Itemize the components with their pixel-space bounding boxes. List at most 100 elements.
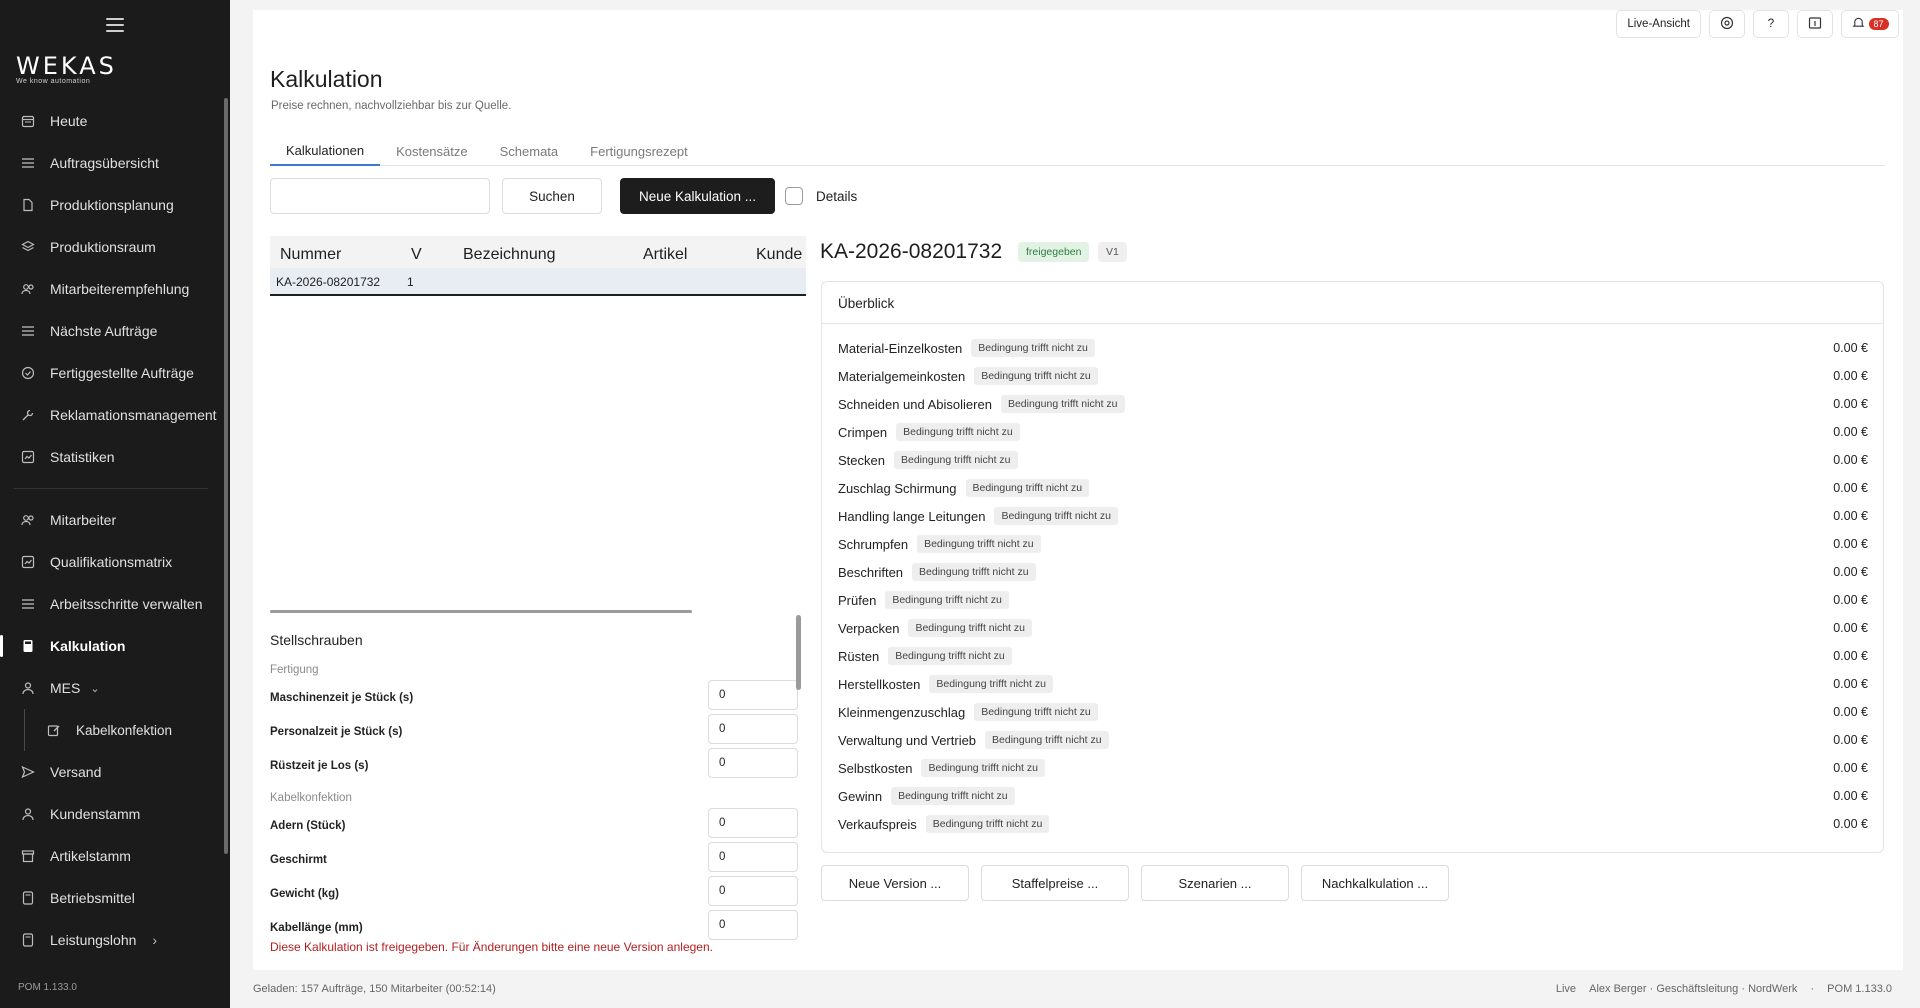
sidebar-item-label: Kundenstamm bbox=[50, 806, 141, 822]
cost-value: 0.00 € bbox=[1833, 565, 1868, 579]
cost-name: Herstellkosten bbox=[838, 676, 921, 692]
column-header-artikel[interactable]: Artikel bbox=[643, 246, 687, 264]
sidebar-item-kalkulation[interactable]: Kalkulation bbox=[0, 625, 222, 667]
personalzeit-input[interactable]: 0 bbox=[708, 714, 798, 744]
people-icon bbox=[20, 281, 36, 297]
sidebar-item-naechste-auftraege[interactable]: Nächste Aufträge bbox=[0, 310, 222, 352]
column-header-kunde[interactable]: Kunde bbox=[756, 246, 802, 264]
sidebar-item-label: MES bbox=[50, 680, 81, 696]
cost-value: 0.00 € bbox=[1833, 341, 1868, 355]
adjustments-panel: Stellschrauben Fertigung Maschinenzeit j… bbox=[270, 622, 806, 942]
adjustments-scrollbar[interactable] bbox=[796, 615, 801, 690]
cost-row: Gewinn Bedingung trifft nicht zu 0.00 € bbox=[838, 784, 1868, 808]
sidebar-item-statistiken[interactable]: Statistiken bbox=[0, 436, 222, 478]
geschirmt-input[interactable]: 0 bbox=[708, 842, 798, 872]
kabellaenge-input[interactable]: 0 bbox=[708, 910, 798, 940]
sidebar-item-arbeitsschritte[interactable]: Arbeitsschritte verwalten bbox=[0, 583, 222, 625]
sidebar-item-artikelstamm[interactable]: Artikelstamm bbox=[0, 835, 222, 877]
chevron-down-icon[interactable]: ⌄ bbox=[90, 682, 99, 695]
scenarios-button[interactable]: Szenarien ... bbox=[1141, 865, 1289, 901]
ruestzeit-input[interactable]: 0 bbox=[708, 748, 798, 778]
cost-name: Crimpen bbox=[838, 424, 888, 440]
cost-value: 0.00 € bbox=[1833, 481, 1868, 495]
column-header-bezeichnung[interactable]: Bezeichnung bbox=[463, 246, 556, 264]
live-view-button[interactable]: Live-Ansicht bbox=[1616, 10, 1701, 38]
post-calculation-button[interactable]: Nachkalkulation ... bbox=[1301, 865, 1449, 901]
sidebar-item-mitarbeiter[interactable]: Mitarbeiter bbox=[0, 499, 222, 541]
maschinenzeit-input[interactable]: 0 bbox=[708, 680, 798, 710]
search-button[interactable]: Suchen bbox=[502, 178, 602, 214]
new-version-button[interactable]: Neue Version ... bbox=[821, 865, 969, 901]
panel-toggle-button[interactable] bbox=[1797, 10, 1833, 38]
details-label: Details bbox=[816, 189, 858, 204]
tab-fertigungsrezept[interactable]: Fertigungsrezept bbox=[574, 136, 704, 166]
condition-tag: Bedingung trifft nicht zu bbox=[912, 563, 1036, 581]
page-subtitle: Preise rechnen, nachvollziehbar bis zur … bbox=[271, 100, 512, 112]
tab-schemata[interactable]: Schemata bbox=[484, 136, 575, 166]
main-panel: Live-Ansicht ? 87 Kalkulation Preise rec… bbox=[253, 10, 1903, 970]
file-icon bbox=[20, 197, 36, 213]
details-checkbox[interactable] bbox=[785, 187, 803, 205]
help-button[interactable]: ? bbox=[1753, 10, 1789, 38]
field-label-kabellaenge: Kabellänge (mm) bbox=[270, 922, 363, 934]
sidebar-item-produktionsplanung[interactable]: Produktionsplanung bbox=[0, 184, 222, 226]
list-icon bbox=[20, 155, 36, 171]
notifications-button[interactable]: 87 bbox=[1841, 10, 1899, 38]
sidebar-item-mes[interactable]: MES ⌄ bbox=[0, 667, 222, 709]
tiered-prices-button[interactable]: Staffelpreise ... bbox=[981, 865, 1129, 901]
column-header-v[interactable]: V bbox=[411, 246, 422, 264]
sidebar-item-qualifikationsmatrix[interactable]: Qualifikationsmatrix bbox=[0, 541, 222, 583]
chevron-right-icon[interactable]: › bbox=[152, 932, 157, 948]
sidebar-item-label: Leistungslohn bbox=[50, 932, 137, 948]
sidebar-item-kabelkonfektion[interactable]: Kabelkonfektion bbox=[0, 709, 222, 751]
sidebar-item-label: Mitarbeiterempfehlung bbox=[50, 281, 190, 297]
condition-tag: Bedingung trifft nicht zu bbox=[921, 759, 1045, 777]
list-icon bbox=[20, 323, 36, 339]
sidebar-item-produktionsraum[interactable]: Produktionsraum bbox=[0, 226, 222, 268]
table-horizontal-scrollbar[interactable] bbox=[270, 610, 692, 613]
table-row[interactable]: KA-2026-08201732 1 bbox=[270, 268, 806, 296]
cost-name: Kleinmengenzuschlag bbox=[838, 704, 966, 720]
search-input[interactable] bbox=[270, 178, 490, 214]
sidebar-item-mitarbeiterempfehlung[interactable]: Mitarbeiterempfehlung bbox=[0, 268, 222, 310]
sidebar-item-reklamationsmanagement[interactable]: Reklamationsmanagement bbox=[0, 394, 222, 436]
new-calculation-button[interactable]: Neue Kalkulation ... bbox=[620, 178, 775, 214]
sidebar-item-label: Versand bbox=[50, 764, 102, 780]
sidebar-version: POM 1.133.0 bbox=[18, 982, 77, 993]
sidebar-item-leistungslohn[interactable]: Leistungslohn › bbox=[0, 919, 222, 961]
cost-name: Rüsten bbox=[838, 648, 880, 664]
sidebar-item-fertiggestellte-auftraege[interactable]: Fertiggestellte Aufträge bbox=[0, 352, 222, 394]
status-badge: freigegeben bbox=[1018, 242, 1090, 262]
sidebar-item-auftragsuebersicht[interactable]: Auftragsübersicht bbox=[0, 142, 222, 184]
settings-button[interactable] bbox=[1709, 10, 1745, 38]
footer-dot: · bbox=[1810, 983, 1815, 995]
condition-tag: Bedingung trifft nicht zu bbox=[965, 479, 1090, 497]
sidebar-item-heute[interactable]: Heute bbox=[0, 100, 222, 142]
chart-icon bbox=[20, 554, 36, 570]
group-fertigung-label: Fertigung bbox=[270, 664, 319, 676]
adern-input[interactable]: 0 bbox=[708, 808, 798, 838]
sidebar-item-label: Nächste Aufträge bbox=[50, 323, 158, 339]
gewicht-input[interactable]: 0 bbox=[708, 876, 798, 906]
sidebar-item-betriebsmittel[interactable]: Betriebsmittel bbox=[0, 877, 222, 919]
tab-kostensaetze[interactable]: Kostensätze bbox=[380, 136, 484, 166]
field-label-ruestzeit: Rüstzeit je Los (s) bbox=[270, 760, 369, 772]
menu-icon[interactable] bbox=[106, 18, 124, 32]
field-label-geschirmt: Geschirmt bbox=[270, 854, 327, 866]
sidebar-item-label: Kalkulation bbox=[50, 638, 126, 654]
cost-name: Verpacken bbox=[838, 620, 900, 636]
logo-text: WEKAS bbox=[16, 52, 117, 80]
condition-tag: Bedingung trifft nicht zu bbox=[888, 647, 1012, 665]
tab-kalkulationen[interactable]: Kalkulationen bbox=[270, 136, 381, 166]
tab-bar: Kalkulationen Kostensätze Schemata Ferti… bbox=[270, 136, 1885, 166]
edit-icon bbox=[46, 722, 62, 738]
sidebar-item-versand[interactable]: Versand bbox=[0, 751, 222, 793]
sidebar-item-kundenstamm[interactable]: Kundenstamm bbox=[0, 793, 222, 835]
footer-status: Geladen: 157 Aufträge, 150 Mitarbeiter (… bbox=[253, 983, 496, 995]
version-badge: V1 bbox=[1098, 242, 1127, 262]
column-header-nummer[interactable]: Nummer bbox=[280, 246, 341, 264]
cost-row: Handling lange Leitungen Bedingung trifft… bbox=[838, 504, 1868, 528]
sidebar-item-label: Kabelkonfektion bbox=[76, 722, 173, 738]
sidebar-scrollbar[interactable] bbox=[224, 98, 228, 854]
sidebar-item-label: Mitarbeiter bbox=[50, 512, 117, 528]
